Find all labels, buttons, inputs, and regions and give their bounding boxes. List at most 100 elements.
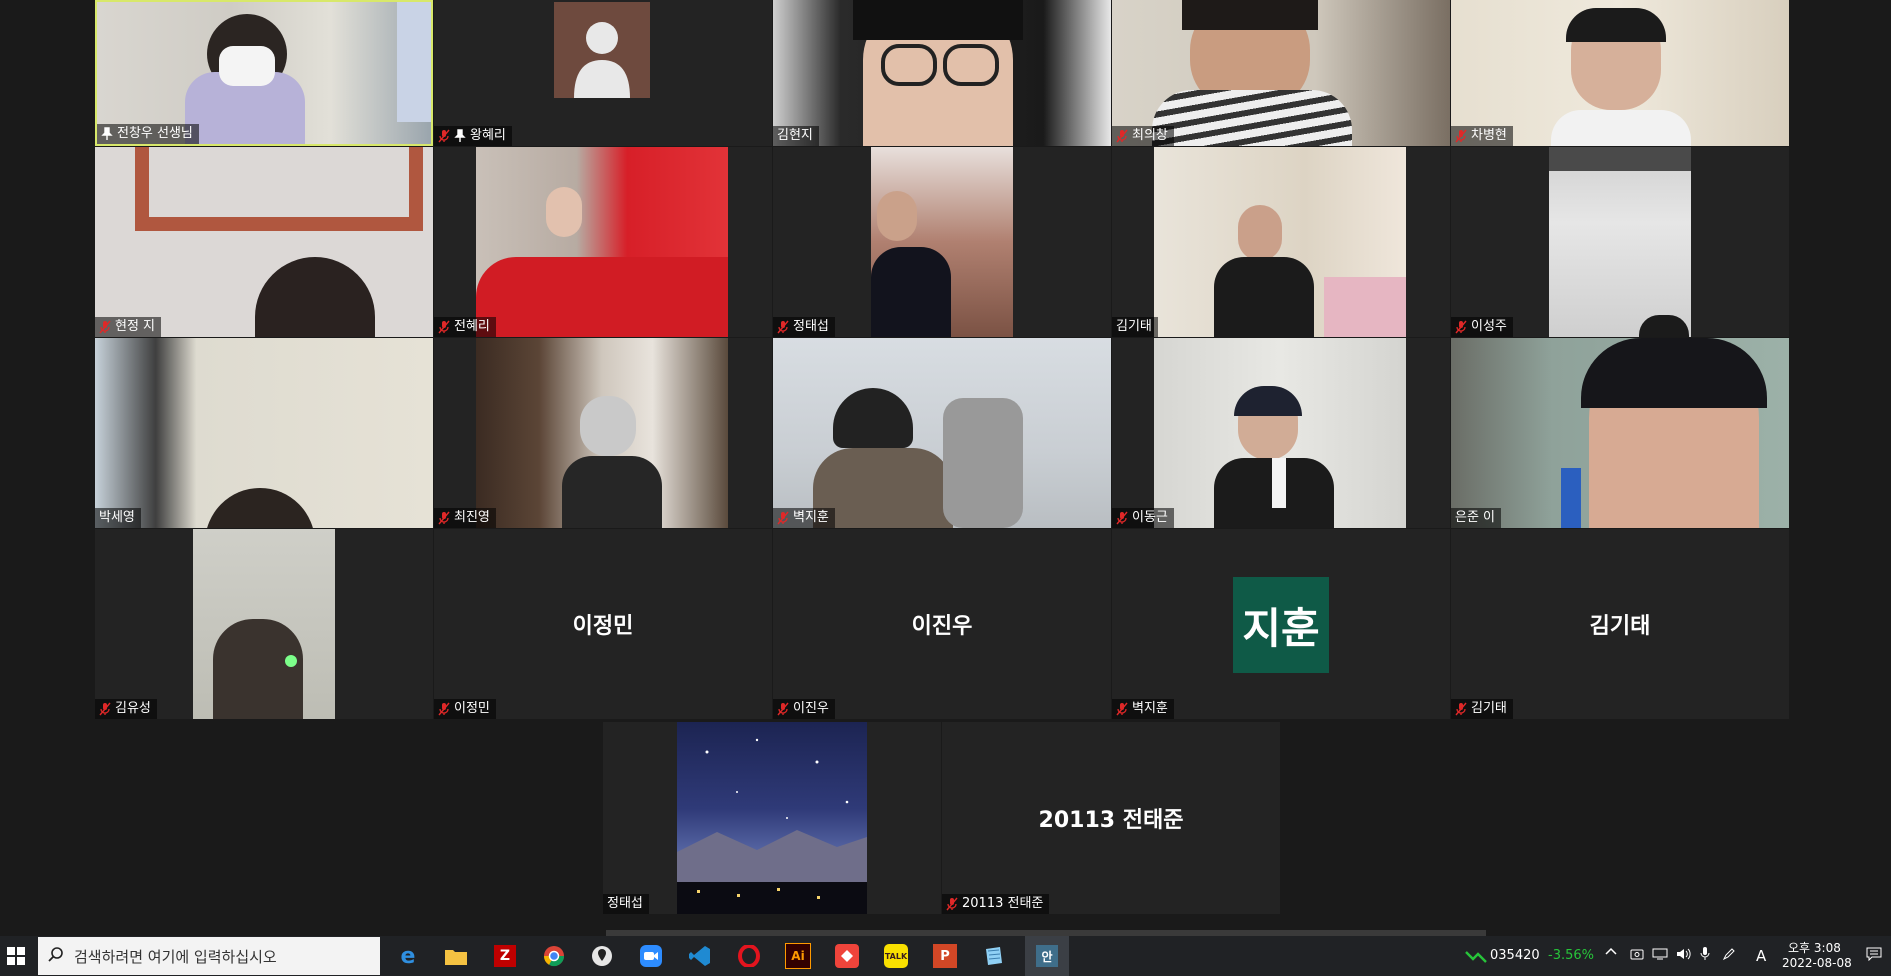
participant-tile-4[interactable]: 최의창 bbox=[1112, 0, 1450, 146]
search-placeholder: 검색하려면 여기에 입력하십시오 bbox=[74, 947, 277, 966]
participant-tile-21[interactable]: 정태섭 bbox=[603, 722, 941, 914]
participant-tile-8[interactable]: 정태섭 bbox=[773, 147, 1111, 337]
participant-name: 정태섭 bbox=[793, 319, 829, 334]
filezilla-icon[interactable]: Z bbox=[489, 940, 521, 972]
participant-video bbox=[1112, 0, 1450, 146]
participant-name-label: 현정 지 bbox=[95, 317, 162, 337]
participant-name: 이진우 bbox=[793, 701, 829, 716]
notification-icon[interactable] bbox=[1866, 947, 1882, 965]
stock-trend-icon[interactable] bbox=[1460, 940, 1492, 972]
participant-video bbox=[773, 338, 1111, 528]
participant-display-name: 이정민 bbox=[572, 614, 634, 639]
participant-tile-13[interactable]: 벽지훈 bbox=[773, 338, 1111, 528]
illustrator-icon[interactable]: Ai bbox=[782, 940, 814, 972]
participant-video bbox=[773, 0, 1111, 146]
powerpoint-icon[interactable]: P bbox=[929, 940, 961, 972]
pin-icon bbox=[454, 129, 466, 143]
participant-name-label: 20113 전태준 bbox=[942, 894, 1050, 914]
zoom-app-icon[interactable] bbox=[635, 940, 667, 972]
participant-tile-18[interactable]: 이진우 이진우 bbox=[773, 529, 1111, 719]
participant-tile-9[interactable]: 김기태 bbox=[1112, 147, 1450, 337]
muted-mic-icon bbox=[438, 702, 450, 716]
participant-name: 최진영 bbox=[454, 510, 490, 525]
participant-name-label: 이정민 bbox=[434, 699, 496, 719]
chrome-icon[interactable] bbox=[538, 940, 570, 972]
participant-tile-6[interactable]: 현정 지 bbox=[95, 147, 433, 337]
participant-name: 이성주 bbox=[1471, 319, 1507, 334]
participant-video bbox=[193, 529, 335, 719]
clock-time[interactable]: 오후 3:08 bbox=[1788, 939, 1841, 956]
participant-name-label: 김유성 bbox=[95, 699, 157, 719]
participant-display-name: 20113 전태준 bbox=[1038, 808, 1184, 833]
active-app-icon[interactable]: 안 bbox=[1025, 936, 1069, 976]
stock-change: -3.56% bbox=[1548, 948, 1594, 963]
participant-name: 정태섭 bbox=[607, 896, 643, 911]
file-explorer-icon[interactable] bbox=[440, 940, 472, 972]
participant-name-label: 박세영 bbox=[95, 508, 141, 528]
participant-name: 김기태 bbox=[1116, 319, 1152, 334]
participant-tile-14[interactable]: 이동근 bbox=[1112, 338, 1450, 528]
participant-name-label: 벽지훈 bbox=[1112, 699, 1174, 719]
participant-video bbox=[1451, 0, 1789, 146]
participant-name: 전혜리 bbox=[454, 319, 490, 334]
vscode-icon[interactable] bbox=[684, 940, 716, 972]
pen-icon[interactable] bbox=[1722, 947, 1736, 965]
participant-name: 최의창 bbox=[1132, 128, 1168, 143]
night-sky-image bbox=[677, 738, 867, 914]
participant-tile-1[interactable]: 전창우 선생님 bbox=[95, 0, 433, 146]
network-icon[interactable] bbox=[1652, 948, 1668, 964]
windows-start-icon[interactable] bbox=[0, 940, 32, 972]
participant-name-label: 전창우 선생님 bbox=[97, 124, 199, 144]
pin-icon bbox=[101, 127, 113, 141]
participant-name: 벽지훈 bbox=[1132, 701, 1168, 716]
participant-name: 왕혜리 bbox=[470, 128, 506, 143]
participant-video bbox=[95, 147, 433, 337]
muted-mic-icon bbox=[1116, 129, 1128, 143]
participant-name-label: 이동근 bbox=[1112, 508, 1174, 528]
participant-name: 은준 이 bbox=[1455, 510, 1496, 525]
participant-display-name: 김기태 bbox=[1589, 614, 1651, 639]
participant-video bbox=[476, 147, 728, 337]
taskbar-search-box[interactable]: 검색하려면 여기에 입력하십시오 bbox=[38, 937, 380, 975]
participant-tile-22[interactable]: 20113 전태준 20113 전태준 bbox=[942, 722, 1280, 914]
participant-tile-19[interactable]: 지훈 벽지훈 bbox=[1112, 529, 1450, 719]
muted-mic-icon bbox=[1455, 129, 1467, 143]
muted-mic-icon bbox=[1116, 702, 1128, 716]
speaker-icon[interactable] bbox=[1676, 948, 1692, 964]
participant-tile-16[interactable]: 김유성 bbox=[95, 529, 433, 719]
participant-name-label: 이성주 bbox=[1451, 317, 1513, 337]
ime-indicator[interactable]: A bbox=[1756, 947, 1766, 965]
participant-tile-3[interactable]: 김현지 bbox=[773, 0, 1111, 146]
muted-mic-icon bbox=[438, 129, 450, 143]
participant-name: 김유성 bbox=[115, 701, 151, 716]
participant-tile-2[interactable]: 왕혜리 bbox=[434, 0, 772, 146]
muted-mic-icon bbox=[99, 702, 111, 716]
participant-video bbox=[677, 722, 867, 914]
chevron-up-icon[interactable] bbox=[1605, 946, 1617, 962]
stock-code: 035420 bbox=[1490, 948, 1540, 963]
participant-tile-20[interactable]: 김기태 김기태 bbox=[1451, 529, 1789, 719]
kakaotalk-icon[interactable]: TALK bbox=[880, 940, 912, 972]
microphone-icon[interactable] bbox=[1700, 947, 1710, 965]
participant-display-name: 이진우 bbox=[911, 614, 973, 639]
location-pin-app-icon[interactable] bbox=[586, 940, 618, 972]
anydesk-icon[interactable] bbox=[831, 940, 863, 972]
participant-tile-12[interactable]: 최진영 bbox=[434, 338, 772, 528]
participant-tile-11[interactable]: 박세영 bbox=[95, 338, 433, 528]
participant-tile-15[interactable]: 은준 이 bbox=[1451, 338, 1789, 528]
opera-icon[interactable] bbox=[733, 940, 765, 972]
edge-browser-icon[interactable]: e bbox=[392, 940, 424, 972]
muted-mic-icon bbox=[777, 702, 789, 716]
notepad-app-icon[interactable] bbox=[978, 940, 1010, 972]
participant-name-label: 정태섭 bbox=[603, 894, 649, 914]
avatar bbox=[554, 2, 650, 98]
participant-tile-10[interactable]: 이성주 bbox=[1451, 147, 1789, 337]
participant-name-label: 차병현 bbox=[1451, 126, 1513, 146]
camera-icon[interactable] bbox=[1630, 948, 1644, 964]
participant-video bbox=[95, 338, 433, 528]
participant-tile-7[interactable]: 전혜리 bbox=[434, 147, 772, 337]
participant-tile-17[interactable]: 이정민 이정민 bbox=[434, 529, 772, 719]
participant-video bbox=[476, 338, 728, 528]
clock-date[interactable]: 2022-08-08 bbox=[1782, 956, 1852, 970]
participant-tile-5[interactable]: 차병현 bbox=[1451, 0, 1789, 146]
